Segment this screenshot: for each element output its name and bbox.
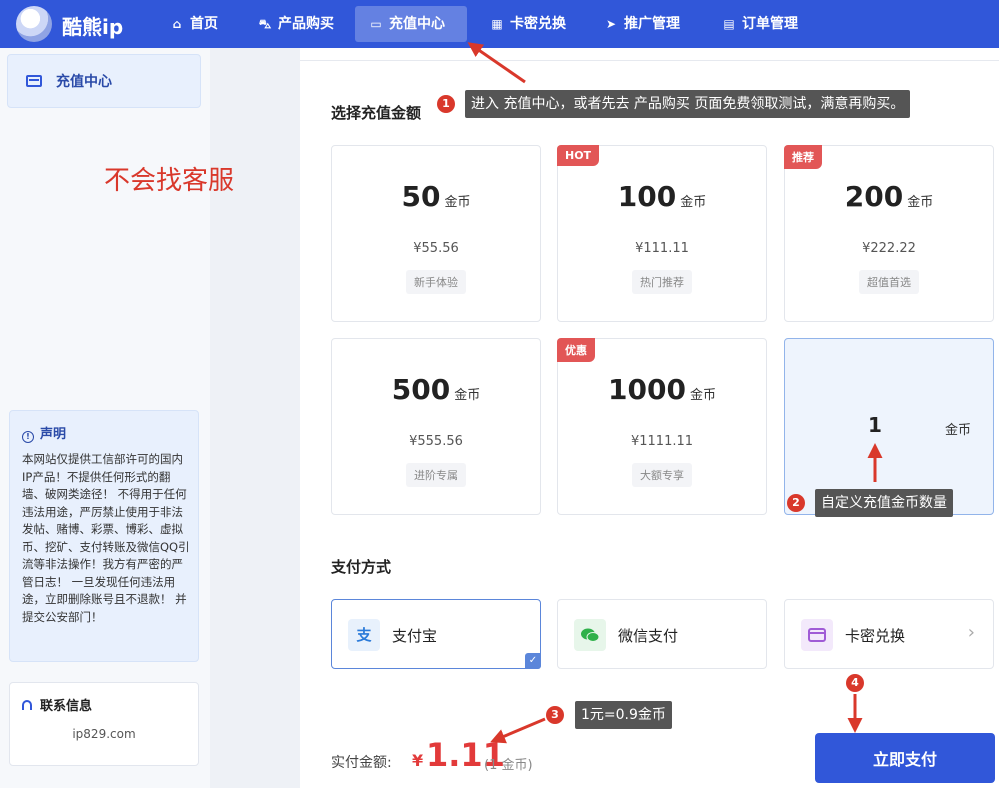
card-icon [801,619,833,651]
price: ¥555.56 [409,434,463,449]
home-icon: ⌂ [172,17,182,31]
custom-amount-input[interactable]: 1 [865,413,885,437]
notice-title: ! 声明 [22,423,66,443]
nav-item-card-redeem[interactable]: ▦ 卡密兑换 [476,6,580,42]
total-coins: (1 金币) [484,758,533,773]
brand-name[interactable]: 酷熊ip [62,11,123,40]
nav-item-product-purchase[interactable]: ⛍ 产品购买 [244,6,348,42]
card-icon [26,75,42,87]
contact-title: 联系信息 [22,695,92,714]
notice-body: 本网站仅提供工信部许可的国内IP产品！不提供任何形式的翻墙、破网类途径！ 不得用… [22,452,190,624]
recommend-badge: 推荐 [784,145,822,169]
tag: 超值首选 [859,270,919,294]
nav-item-orders[interactable]: ▤ 订单管理 [708,6,812,42]
bear-logo-icon[interactable] [16,6,52,42]
sidebar-item-recharge-center[interactable]: 充值中心 [7,54,201,108]
price: ¥111.11 [635,241,689,256]
recharge-card-50[interactable]: 50 金币 ¥55.56 新手体验 [331,145,541,322]
annotation-number: 1 [437,95,455,113]
price: ¥1111.11 [630,434,694,449]
annotation-no-service-text: 不会找客服 [104,166,235,196]
sidebar: 充值中心 不会找客服 ! 声明 本网站仅提供工信部许可的国内IP产品！不提供任何形… [0,48,234,788]
annotation-note: 自定义充值金币数量 [815,489,953,517]
contact-box: 联系信息 ip829.com [9,682,199,766]
pay-now-button[interactable]: 立即支付 [815,733,995,783]
annotation-number: 4 [846,674,864,692]
tag: 进阶专属 [406,463,466,487]
price: ¥222.22 [862,241,916,256]
top-nav-bar: 酷熊ip ⌂ 首页 ⛍ 产品购买 ▭ 充值中心 ▦ 卡密兑换 ➤ 推广管理 ▤ 订单管理 [0,0,999,48]
info-icon: ! [22,431,34,443]
annotation-number: 2 [787,494,805,512]
chevron-right-icon: › [967,622,975,643]
annotation-note: 1元=0.9金币 [575,701,672,729]
price: ¥55.56 [413,241,459,256]
discount-badge: 优惠 [557,338,595,362]
divider [300,60,999,61]
wechat-icon [574,619,606,651]
hot-badge: HOT [557,145,600,166]
tag: 大额专享 [632,463,692,487]
recharge-card-100[interactable]: HOT 100 金币 ¥111.11 热门推荐 [557,145,767,322]
send-icon: ➤ [605,17,617,31]
total-currency: ¥ [412,751,424,770]
cart-icon: ⛍ [258,17,272,31]
tag: 新手体验 [406,270,466,294]
recharge-card-1000[interactable]: 优惠 1000 金币 ¥1111.11 大额专享 [557,338,767,515]
pay-method-alipay[interactable]: 支 支付宝 ✓ [331,599,541,669]
nav-item-recharge-center[interactable]: ▭ 充值中心 [355,6,467,42]
total-label: 实付金额: [331,755,392,771]
recharge-card-200[interactable]: 推荐 200 金币 ¥222.22 超值首选 [784,145,994,322]
wallet-icon: ▭ [370,17,382,31]
pay-method-wechat[interactable]: 微信支付 [557,599,767,669]
headset-icon [22,700,32,710]
custom-unit: 金币 [945,423,972,438]
notice-box: ! 声明 本网站仅提供工信部许可的国内IP产品！不提供任何形式的翻墙、破网类途径！… [9,410,199,662]
payment-section-title: 支付方式 [331,558,392,576]
recharge-section-title: 选择充值金额 [331,104,422,122]
alipay-icon: 支 [348,619,380,651]
recharge-card-500[interactable]: 500 金币 ¥555.56 进阶专属 [331,338,541,515]
annotation-number: 3 [546,706,564,724]
pay-method-card-redeem[interactable]: 卡密兑换 › [784,599,994,669]
gift-icon: ▦ [491,17,503,31]
contact-value[interactable]: ip829.com [10,727,198,741]
annotation-note: 进入 充值中心，或者先去 产品购买 页面免费领取测试，满意再购买。 [465,90,911,118]
tag: 热门推荐 [632,270,692,294]
document-icon: ▤ [723,17,735,31]
check-icon: ✓ [525,653,541,669]
nav-item-home[interactable]: ⌂ 首页 [156,6,232,42]
nav-item-promotion[interactable]: ➤ 推广管理 [590,6,694,42]
